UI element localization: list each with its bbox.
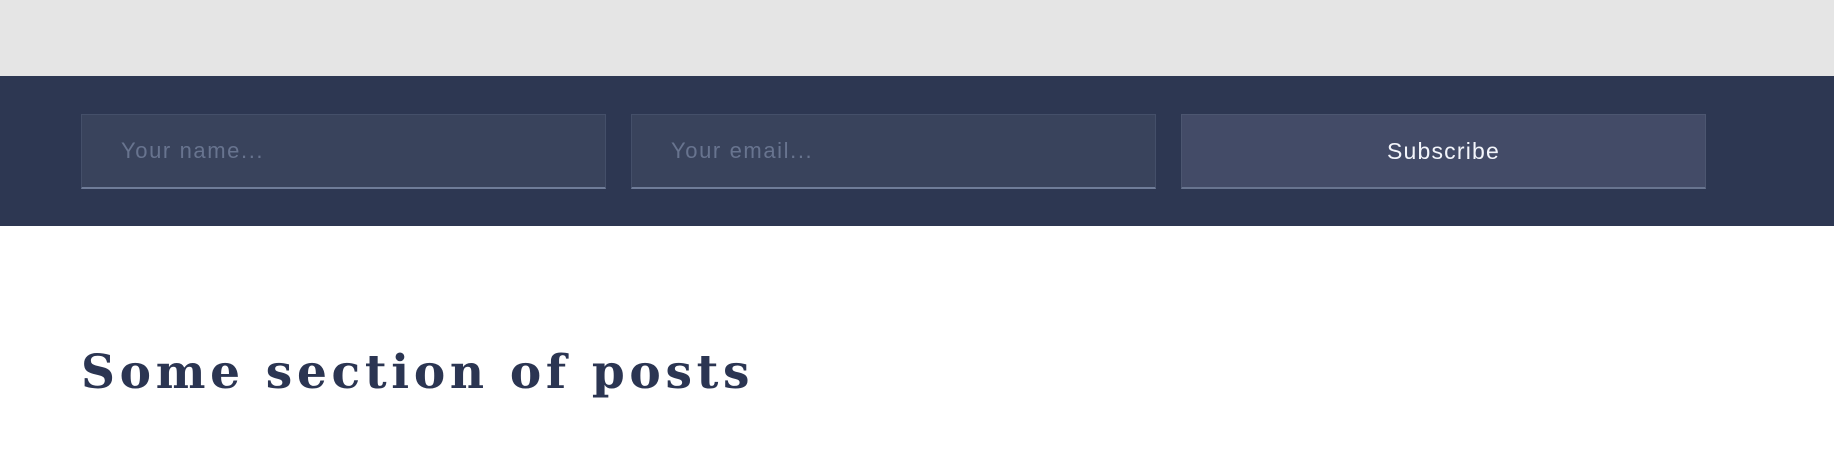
email-input[interactable] [632,115,1155,187]
top-strip [0,0,1834,76]
newsletter-subscribe-bar: Subscribe [0,76,1834,226]
subscribe-button[interactable]: Subscribe [1181,114,1706,189]
name-input[interactable] [82,115,605,187]
name-field-wrapper [81,114,606,189]
posts-section-title: Some section of posts [81,345,755,400]
email-field-wrapper [631,114,1156,189]
